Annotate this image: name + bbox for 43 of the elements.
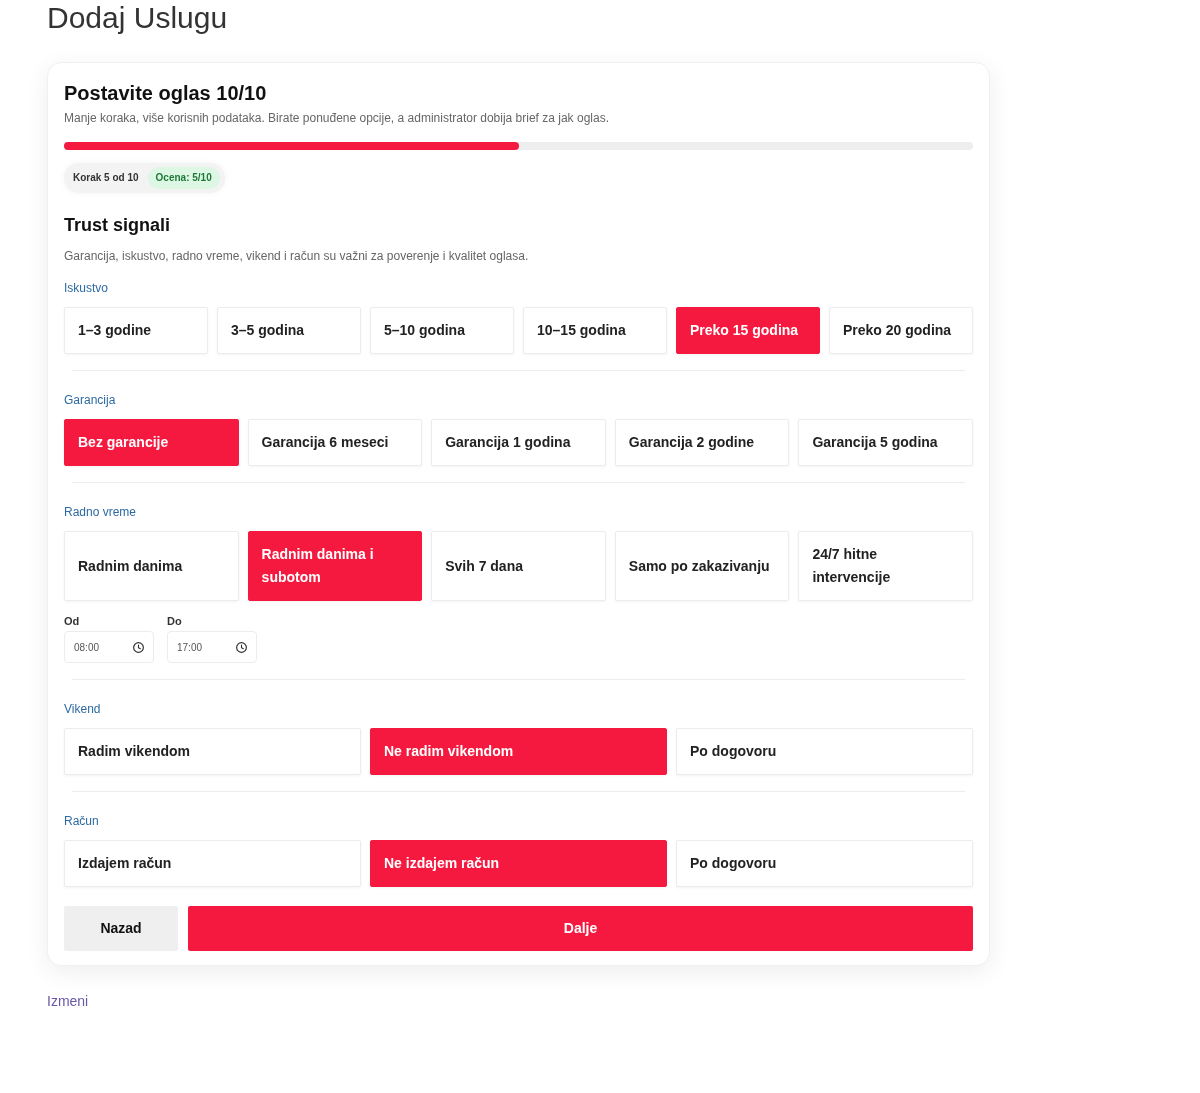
clock-icon: [236, 641, 247, 653]
option-button[interactable]: 10–15 godina: [523, 307, 667, 354]
time-field[interactable]: 17:00: [167, 631, 257, 663]
option-button[interactable]: 5–10 godina: [370, 307, 514, 354]
step-label: Korak 5 od 10: [73, 171, 139, 185]
wizard-subtitle: Manje koraka, više korisnih podataka. Birate ponuđene opcije, a administrator dobija brief za jak oglas.: [64, 110, 610, 126]
option-button[interactable]: Garancija 5 godina: [798, 419, 973, 466]
option-button[interactable]: Garancija 2 godine: [614, 419, 790, 466]
option-button[interactable]: Preko 20 godina: [829, 307, 973, 354]
option-button[interactable]: Ne radim vikendom: [370, 728, 667, 775]
page-title: Dodaj Uslugu: [47, 0, 229, 36]
back-button[interactable]: Nazad: [64, 906, 178, 951]
option-button[interactable]: Garancija 1 godina: [431, 419, 606, 466]
wizard-title: Postavite oglas 10/10: [64, 81, 268, 106]
edit-link[interactable]: Izmeni: [47, 992, 89, 1010]
group-label: Iskustvo: [64, 280, 109, 296]
option-button[interactable]: Bez garancije: [64, 419, 239, 466]
option-button[interactable]: 3–5 godina: [217, 307, 361, 354]
option-button[interactable]: Samo po zakazivanju: [614, 531, 790, 601]
option-button[interactable]: Izdajem račun: [64, 840, 361, 887]
time-label: Do: [167, 615, 183, 628]
option-button[interactable]: Po dogovoru: [676, 840, 973, 887]
group-label: Vikend: [64, 701, 102, 717]
time-field[interactable]: 08:00: [64, 631, 154, 663]
clock-icon: [133, 641, 144, 653]
option-button[interactable]: Radnim danima: [64, 531, 239, 601]
section-description: Garancija, iskustvo, radno vreme, vikend i račun su važni za poverenje i kvalitet oglasa.: [64, 248, 530, 264]
next-button[interactable]: Dalje: [188, 906, 973, 951]
time-label: Od: [64, 615, 81, 628]
option-button[interactable]: Svih 7 dana: [431, 531, 606, 601]
option-button[interactable]: Po dogovoru: [676, 728, 973, 775]
option-button[interactable]: Ne izdajem račun: [370, 840, 667, 887]
group-label: Račun: [64, 813, 100, 829]
score-badge: Ocena: 5/10: [147, 167, 220, 189]
section-title: Trust signali: [64, 214, 172, 237]
group-label: Radno vreme: [64, 504, 138, 520]
option-button[interactable]: Radim vikendom: [64, 728, 361, 775]
option-button[interactable]: Garancija 6 meseci: [247, 419, 423, 466]
option-button[interactable]: Preko 15 godina: [676, 307, 820, 354]
group-label: Garancija: [64, 392, 117, 408]
option-button[interactable]: Radnim danima i subotom: [247, 531, 423, 601]
option-button[interactable]: 1–3 godine: [64, 307, 208, 354]
option-button[interactable]: 24/7 hitne intervencije: [798, 531, 973, 601]
